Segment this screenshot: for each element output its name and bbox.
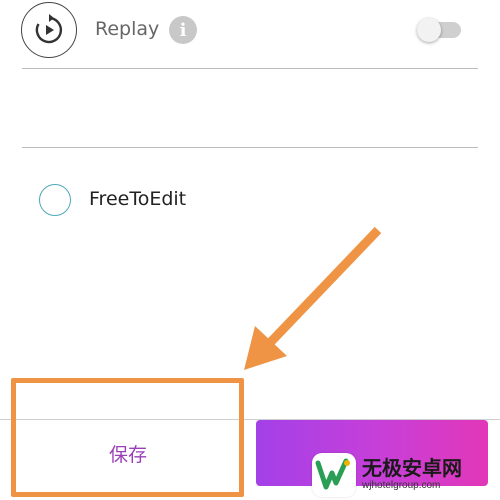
annotation-highlight-box	[11, 378, 244, 497]
watermark-url: wjhotelgroup.com	[362, 479, 441, 491]
replay-label: Replay	[95, 18, 160, 40]
watermark-title: 无极安卓网	[362, 455, 462, 480]
replay-icon[interactable]	[21, 2, 77, 58]
info-icon[interactable]: i	[169, 16, 197, 44]
replay-arrow-glyph	[35, 14, 63, 44]
free-to-edit-radio[interactable]	[39, 184, 71, 216]
toggle-thumb	[417, 18, 441, 42]
divider	[22, 147, 478, 148]
watermark-logo-icon	[312, 452, 356, 497]
divider	[22, 68, 478, 69]
watermark: 无极安卓网 wjhotelgroup.com	[312, 449, 500, 500]
free-to-edit-label: FreeToEdit	[89, 188, 187, 210]
replay-toggle[interactable]	[417, 18, 463, 42]
